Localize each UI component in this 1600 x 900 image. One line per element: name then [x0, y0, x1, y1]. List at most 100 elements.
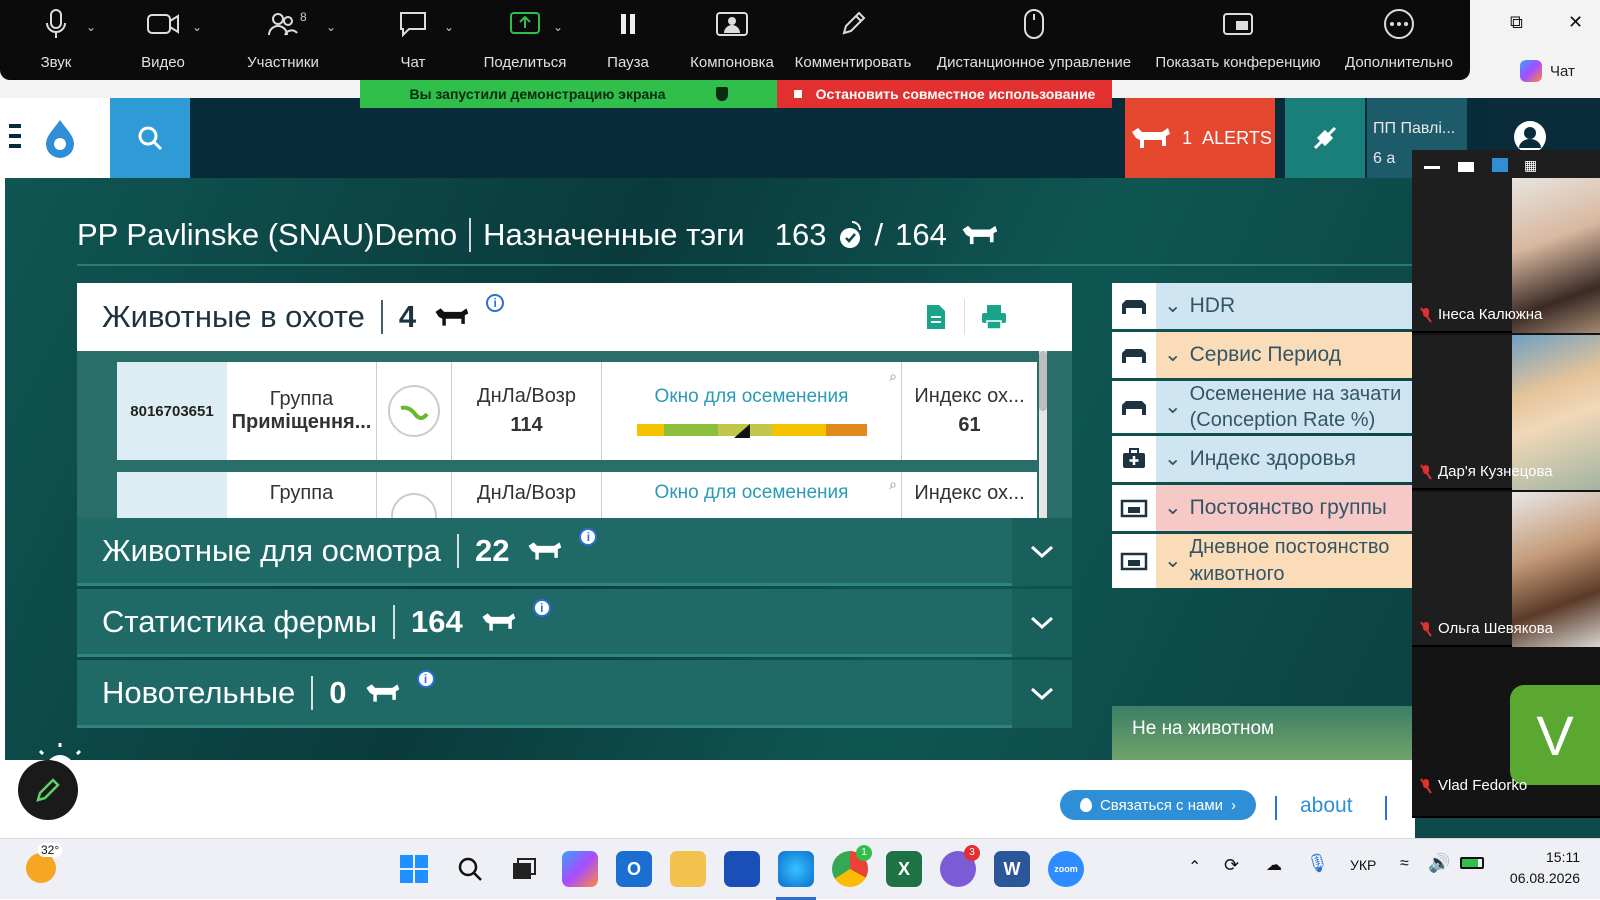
m365-app-icon[interactable] — [562, 851, 598, 887]
share-button[interactable]: Поделиться — [480, 0, 570, 80]
video-label: Видео — [141, 54, 185, 71]
weather-icon[interactable] — [26, 853, 56, 883]
animals-for-inspection-panel[interactable]: Животные для осмотра 22 i — [77, 518, 1072, 586]
kpi-item-daily-animal-consistency[interactable]: ⌄ Дневное постоянство животного — [1112, 534, 1412, 588]
fresh-cows-panel[interactable]: Новотельные 0 i — [77, 660, 1072, 728]
menu-icon[interactable] — [9, 124, 21, 152]
volume-icon[interactable]: 🔊 — [1428, 853, 1450, 874]
kpi-item-service-period[interactable]: ⌄ Сервис Период — [1112, 332, 1412, 378]
wifi-icon[interactable]: ≈ — [1400, 855, 1409, 873]
zoom-icon[interactable]: ⌕ — [889, 368, 897, 385]
tray-overflow-chevron-icon[interactable]: ⌃ — [1188, 857, 1201, 877]
kpi-item-hdr[interactable]: ⌄ HDR — [1112, 283, 1412, 329]
title-divider — [469, 218, 472, 252]
heat-index-label: Индекс ох... — [914, 385, 1025, 407]
show-meeting-button[interactable]: Показать конференцию — [1150, 0, 1326, 80]
participant-tile[interactable]: Інеса Калюжна — [1412, 178, 1600, 333]
zoom-icon[interactable]: ⌕ — [889, 476, 897, 493]
outlook-app-icon[interactable]: O — [616, 851, 652, 887]
audio-options-chevron-icon[interactable]: ⌄ — [86, 20, 96, 34]
copilot-chat-button[interactable]: Чат — [1520, 60, 1575, 82]
participants-label: Участники — [247, 54, 319, 71]
start-button[interactable] — [396, 851, 432, 887]
document-icon[interactable] — [925, 303, 947, 331]
scrollbar[interactable] — [1039, 351, 1047, 518]
annotation-pen-button[interactable] — [18, 760, 78, 820]
expand-chevron-icon[interactable] — [1012, 660, 1072, 728]
file-explorer-icon[interactable] — [670, 851, 706, 887]
remote-control-button[interactable]: Дистанционное управление — [930, 0, 1138, 80]
group-icon — [1112, 534, 1156, 588]
task-view-button[interactable] — [506, 851, 542, 887]
edge-browser-icon[interactable] — [778, 851, 814, 887]
insemination-window-cell: Окно для осеменения ⌕ — [602, 472, 902, 518]
heat-index-cell: Индекс ох... — [902, 472, 1037, 518]
participant-tile[interactable]: Ольга Шевякова — [1412, 492, 1600, 647]
sync-icon[interactable]: ⟳ — [1224, 855, 1239, 876]
about-link[interactable]: about — [1300, 794, 1353, 818]
restore-window-icon[interactable]: ⧉ — [1510, 12, 1523, 33]
annotate-button[interactable]: Комментировать — [792, 0, 914, 80]
video-options-chevron-icon[interactable]: ⌄ — [192, 20, 202, 34]
search-taskbar-button[interactable] — [452, 851, 488, 887]
info-icon[interactable]: i — [579, 527, 598, 546]
stop-sharing-button[interactable]: Остановить совместное использование — [777, 80, 1112, 108]
excel-app-icon[interactable]: X — [886, 851, 922, 887]
alerts-count: 1 — [1182, 127, 1193, 148]
more-label: Дополнительно — [1345, 54, 1453, 71]
mic-tray-icon[interactable]: 🎙 — [1306, 853, 1329, 874]
panel-title: Животные в охоте — [102, 299, 365, 334]
contact-label: Связаться с нами — [1099, 796, 1224, 814]
input-language[interactable]: УКР — [1350, 857, 1376, 873]
info-icon[interactable]: i — [416, 669, 435, 688]
speaker-view-icon[interactable] — [1458, 162, 1474, 172]
close-window-icon[interactable]: ✕ — [1568, 12, 1583, 33]
kpi-item-health-index[interactable]: ⌄ Индекс здоровья — [1112, 436, 1412, 482]
audio-label: Звук — [40, 54, 72, 71]
pause-button[interactable]: Пауза — [600, 0, 656, 80]
share-options-chevron-icon[interactable]: ⌄ — [553, 20, 563, 34]
cow-card[interactable]: Группа ДнЛа/Возр Окно для осеменения ⌕ Ин… — [117, 472, 1037, 518]
video-button[interactable]: Видео — [128, 0, 198, 80]
grid-view-icon[interactable]: ▦ — [1524, 158, 1542, 174]
chat-options-chevron-icon[interactable]: ⌄ — [444, 20, 454, 34]
strip-view-icon[interactable] — [1492, 158, 1508, 172]
group-cell: Группа Приміщення... — [227, 362, 377, 460]
participant-name-text: Дар'я Кузнецова — [1438, 463, 1553, 480]
info-icon[interactable]: i — [486, 294, 505, 312]
kpi-item-conception-rate[interactable]: ⌄ Осеменение на зачати (Conception Rate %… — [1112, 381, 1412, 433]
cow-card[interactable]: 8016703651 Группа Приміщення... ДнЛа/Воз… — [117, 362, 1037, 460]
minimize-icon[interactable] — [1424, 166, 1440, 169]
more-button[interactable]: Дополнительно — [1340, 0, 1458, 80]
zoom-meeting-toolbar: Звук ⌄ Видео ⌄ Участники 8 ⌄ Чат ⌄ Подел… — [0, 0, 1470, 80]
user-avatar-icon — [1514, 121, 1546, 153]
alerts-button[interactable]: 1 ALERTS — [1125, 98, 1275, 178]
layout-button[interactable]: Компоновка — [686, 0, 778, 80]
farm-statistics-panel[interactable]: Статистика фермы 164 i — [77, 589, 1072, 657]
expand-chevron-icon[interactable] — [1012, 589, 1072, 657]
kpi-item-group-consistency[interactable]: ⌄ Постоянство группы — [1112, 485, 1412, 531]
chat-button[interactable]: Чат — [385, 0, 441, 80]
cloud-off-icon[interactable]: ☁ — [1266, 855, 1282, 875]
zoom-app-icon[interactable]: zoom — [1048, 851, 1084, 887]
info-icon[interactable]: i — [532, 598, 551, 617]
windows-logo-icon — [400, 855, 428, 883]
participants-button[interactable]: Участники — [240, 0, 326, 80]
cow-icon — [435, 308, 469, 326]
contact-us-button[interactable]: Связаться с нами › — [1060, 790, 1256, 820]
audio-button[interactable]: Звук — [28, 0, 84, 80]
printer-icon[interactable] — [980, 303, 1008, 331]
dairy-app: 1 ALERTS ПП Павлі... 6 а PP Pavlinske (S… — [5, 98, 1600, 838]
search-button[interactable] — [110, 98, 190, 178]
participant-tile[interactable]: V Vlad Fedorko — [1412, 649, 1600, 818]
participant-tile[interactable]: Дар'я Кузнецова — [1412, 335, 1600, 490]
system-clock[interactable]: 15:11 06.08.2026 — [1510, 847, 1580, 889]
connection-button[interactable] — [1285, 98, 1365, 178]
store-app-icon[interactable] — [724, 851, 760, 887]
expand-chevron-icon[interactable] — [1012, 518, 1072, 586]
search-icon — [458, 857, 482, 881]
word-app-icon[interactable]: W — [994, 851, 1030, 887]
battery-icon[interactable] — [1460, 857, 1484, 869]
participants-options-chevron-icon[interactable]: ⌄ — [326, 20, 336, 34]
expand-chevron-icon: ⌄ — [1164, 294, 1182, 317]
